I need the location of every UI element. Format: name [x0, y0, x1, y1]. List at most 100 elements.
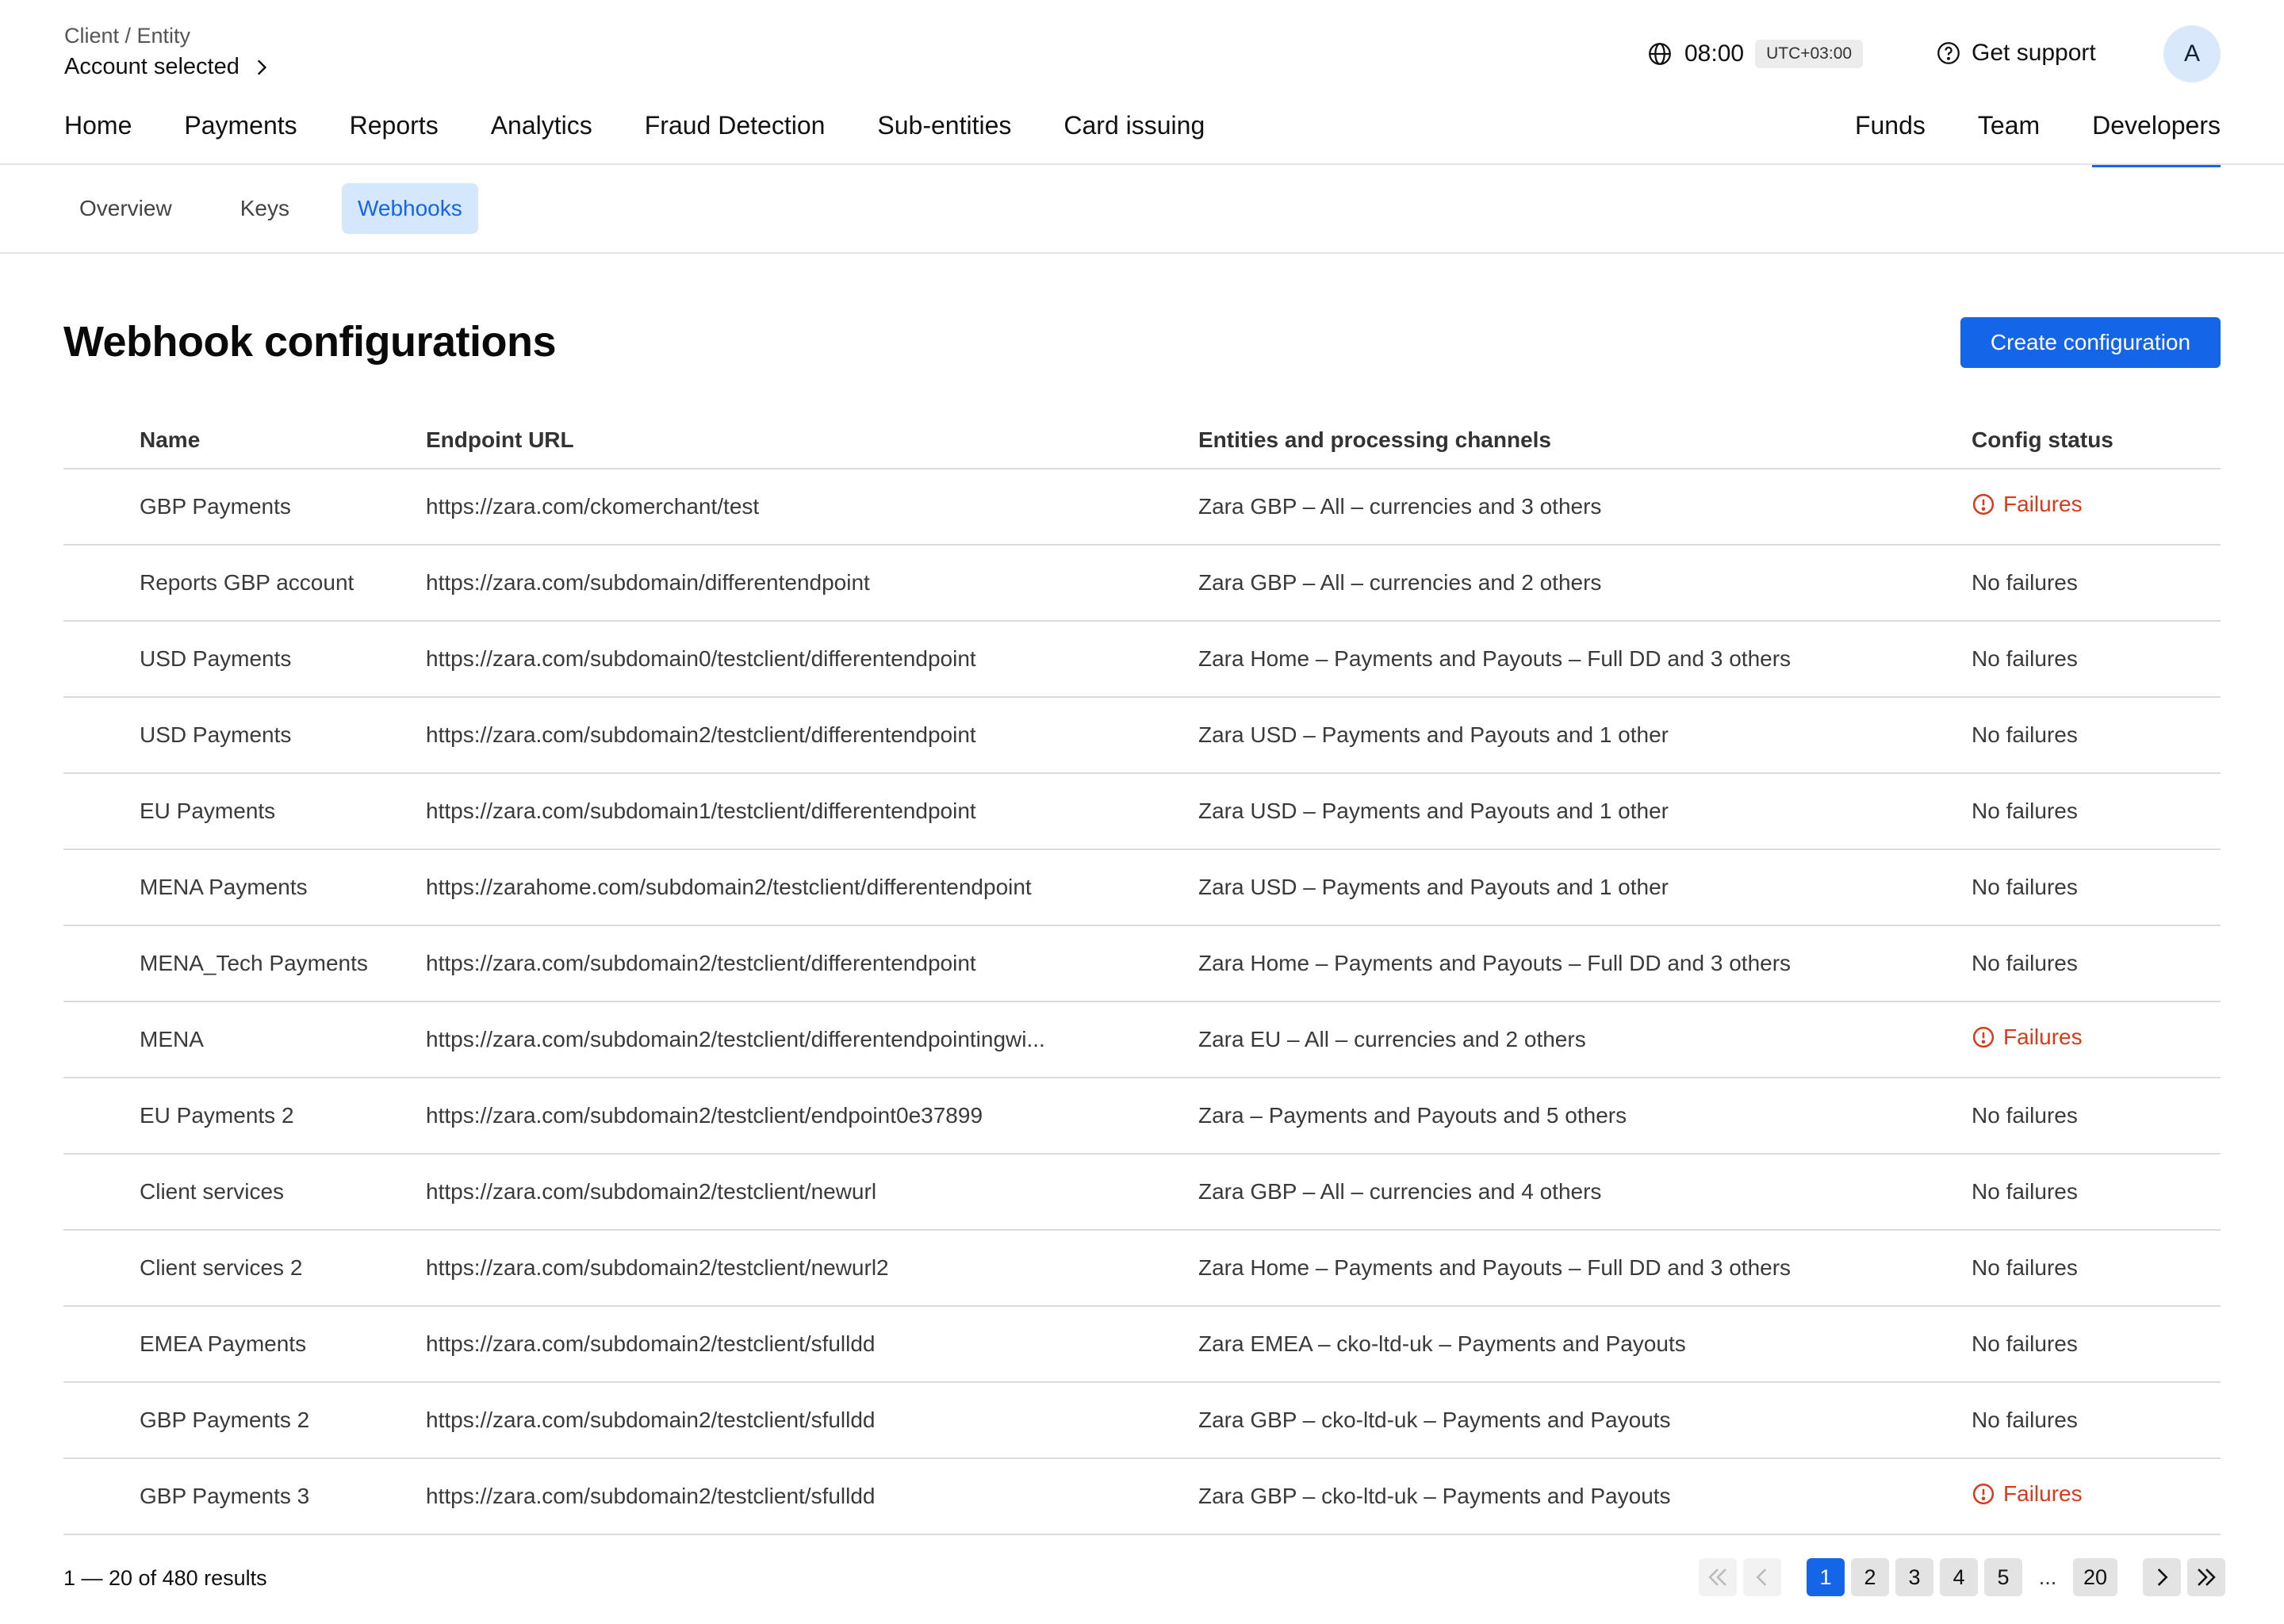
row-entities: Zara Home – Payments and Payouts – Full …: [1198, 1255, 1792, 1280]
table-row[interactable]: Client services 2 https://zara.com/subdom…: [63, 1231, 2221, 1307]
row-config-status: No failures: [1972, 1408, 2078, 1432]
clock: 08:00 UTC+03:00: [1646, 40, 1864, 68]
table-row[interactable]: GBP Payments 3 https://zara.com/subdomain…: [63, 1459, 2221, 1535]
table-row[interactable]: MENA_Tech Payments https://zara.com/subdo…: [63, 926, 2221, 1002]
row-name: EU Payments 2: [140, 1103, 294, 1128]
tab-keys[interactable]: Keys: [224, 183, 305, 234]
row-config-status: No failures: [1972, 1255, 2078, 1280]
row-config-status: No failures: [1972, 1103, 2078, 1128]
row-name: USD Payments: [140, 722, 292, 747]
row-endpoint-url: https://zara.com/ckomerchant/test: [426, 494, 760, 519]
nav-home[interactable]: Home: [64, 111, 132, 140]
breadcrumb-path: Client / Entity: [64, 24, 191, 48]
row-config-status: No failures: [1972, 722, 2078, 747]
row-endpoint-url: https://zara.com/subdomain0/testclient/d…: [426, 646, 976, 671]
table-row[interactable]: Reports GBP account https://zara.com/subd…: [63, 546, 2221, 622]
row-config-status: No failures: [1972, 799, 2078, 823]
table-row[interactable]: Client services https://zara.com/subdomai…: [63, 1155, 2221, 1231]
alert-circle-icon: [1972, 493, 1995, 515]
page-button[interactable]: 1: [1807, 1558, 1845, 1596]
tab-webhooks[interactable]: Webhooks: [341, 183, 478, 234]
last-page-button[interactable]: [2187, 1558, 2225, 1596]
page-button[interactable]: 4: [1940, 1558, 1978, 1596]
header-divider: [0, 163, 2284, 165]
row-endpoint-url: https://zara.com/subdomain2/testclient/d…: [426, 1027, 1045, 1051]
table-row[interactable]: GBP Payments https://zara.com/ckomerchant…: [63, 469, 2221, 546]
chevron-left-icon: [1756, 1568, 1767, 1586]
row-endpoint-url: https://zara.com/subdomain2/testclient/n…: [426, 1255, 889, 1280]
row-name: GBP Payments 2: [140, 1408, 310, 1432]
row-entities: Zara GBP – All – currencies and 4 others: [1198, 1179, 1602, 1204]
nav-fraud-detection[interactable]: Fraud Detection: [645, 111, 826, 140]
row-entities: Zara USD – Payments and Payouts and 1 ot…: [1198, 799, 1669, 823]
double-chevron-left-icon: [1708, 1568, 1726, 1586]
row-name: Client services 2: [140, 1255, 303, 1280]
main-nav: Home Payments Reports Analytics Fraud De…: [64, 111, 1205, 140]
nav-funds[interactable]: Funds: [1855, 111, 1926, 167]
pagination-ellipsis: ...: [2038, 1565, 2057, 1589]
status-badge: Failures: [1972, 1025, 2083, 1050]
avatar[interactable]: A: [2163, 25, 2221, 82]
column-header-config-status[interactable]: Config status: [1972, 427, 2221, 453]
table-row[interactable]: EU Payments https://zara.com/subdomain1/t…: [63, 774, 2221, 850]
row-endpoint-url: https://zara.com/subdomain1/testclient/d…: [426, 799, 976, 823]
table-row[interactable]: MENA Payments https://zarahome.com/subdom…: [63, 850, 2221, 926]
table-row[interactable]: MENA https://zara.com/subdomain2/testclie…: [63, 1002, 2221, 1078]
column-header-entities[interactable]: Entities and processing channels: [1198, 427, 1972, 453]
get-support-button[interactable]: Get support: [1935, 40, 2096, 67]
row-entities: Zara GBP – cko-ltd-uk – Payments and Pay…: [1198, 1408, 1671, 1432]
row-name: EMEA Payments: [140, 1331, 307, 1356]
results-summary: 1 — 20 of 480 results: [63, 1566, 267, 1590]
column-header-endpoint-url[interactable]: Endpoint URL: [426, 427, 1198, 453]
page-button[interactable]: 5: [1984, 1558, 2022, 1596]
status-label: Failures: [2003, 492, 2083, 516]
status-badge: Failures: [1972, 492, 2083, 517]
nav-team[interactable]: Team: [1978, 111, 2040, 167]
tab-overview[interactable]: Overview: [63, 183, 188, 234]
row-entities: Zara GBP – All – currencies and 2 others: [1198, 570, 1602, 595]
row-entities: Zara EMEA – cko-ltd-uk – Payments and Pa…: [1198, 1331, 1686, 1356]
status-label: Failures: [2003, 1025, 2083, 1049]
page-title: Webhook configurations: [63, 318, 557, 366]
table-row[interactable]: GBP Payments 2 https://zara.com/subdomain…: [63, 1383, 2221, 1459]
row-config-status: Failures: [1972, 1025, 2221, 1055]
table-row[interactable]: EU Payments 2 https://zara.com/subdomain2…: [63, 1078, 2221, 1155]
row-entities: Zara GBP – cko-ltd-uk – Payments and Pay…: [1198, 1484, 1671, 1508]
create-configuration-button[interactable]: Create configuration: [1960, 317, 2221, 368]
row-name: Client services: [140, 1179, 285, 1204]
table-row[interactable]: USD Payments https://zara.com/subdomain2/…: [63, 698, 2221, 774]
account-selector[interactable]: Account selected: [64, 54, 271, 80]
nav-reports[interactable]: Reports: [350, 111, 439, 140]
row-config-status: No failures: [1972, 1331, 2078, 1356]
right-nav: Funds Team Developers: [1855, 111, 2221, 167]
first-page-button[interactable]: [1699, 1558, 1737, 1596]
double-chevron-right-icon: [2198, 1568, 2216, 1586]
previous-page-button[interactable]: [1743, 1558, 1781, 1596]
row-endpoint-url: https://zara.com/subdomain2/testclient/s…: [426, 1331, 876, 1356]
column-header-name[interactable]: Name: [63, 427, 426, 453]
row-config-status: No failures: [1972, 646, 2078, 671]
page-button[interactable]: 3: [1895, 1558, 1933, 1596]
row-endpoint-url: https://zara.com/subdomain2/testclient/s…: [426, 1408, 876, 1432]
table-row[interactable]: USD Payments https://zara.com/subdomain0/…: [63, 622, 2221, 698]
last-page-number-button[interactable]: 20: [2073, 1558, 2117, 1596]
row-config-status: No failures: [1972, 1179, 2078, 1204]
help-icon: [1937, 42, 1960, 64]
row-config-status: Failures: [1972, 492, 2221, 522]
pagination: 1 2 3 4 5 ... 20: [1699, 1558, 2225, 1596]
next-page-button[interactable]: [2143, 1558, 2181, 1596]
nav-sub-entities[interactable]: Sub-entities: [877, 111, 1011, 140]
row-name: Reports GBP account: [140, 570, 354, 595]
nav-developers[interactable]: Developers: [2092, 111, 2221, 167]
nav-card-issuing[interactable]: Card issuing: [1063, 111, 1205, 140]
row-name: GBP Payments 3: [140, 1484, 310, 1508]
nav-analytics[interactable]: Analytics: [491, 111, 592, 140]
page-button[interactable]: 2: [1851, 1558, 1889, 1596]
row-endpoint-url: https://zara.com/subdomain2/testclient/e…: [426, 1103, 983, 1128]
table-row[interactable]: EMEA Payments https://zara.com/subdomain2…: [63, 1307, 2221, 1383]
globe-icon: [1649, 43, 1671, 65]
row-config-status: Failures: [1972, 1481, 2221, 1511]
nav-payments[interactable]: Payments: [184, 111, 297, 140]
row-name: MENA: [140, 1027, 204, 1051]
table-header: Name Endpoint URL Entities and processin…: [63, 412, 2221, 469]
